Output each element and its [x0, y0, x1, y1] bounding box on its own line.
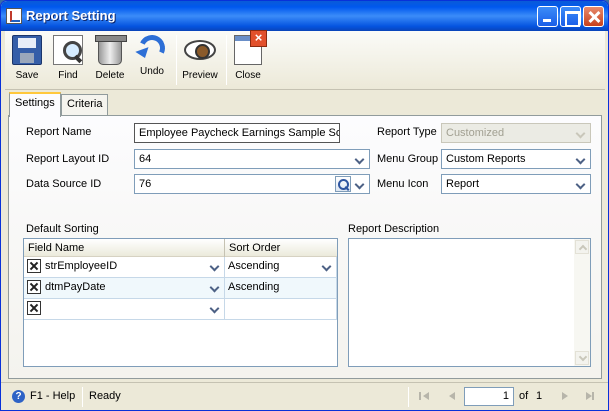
report-setting-window: Report Setting Save Find Delete Undo Pre… — [0, 0, 609, 411]
undo-button[interactable]: Undo — [132, 31, 172, 86]
report-description-label: Report Description — [348, 223, 440, 235]
find-button[interactable]: Find — [48, 34, 88, 86]
menu-group-select[interactable]: Custom Reports — [441, 149, 591, 169]
report-type-value: Customized — [446, 127, 505, 139]
report-description-textarea[interactable] — [348, 238, 591, 367]
minimize-button[interactable] — [537, 6, 558, 27]
help-icon[interactable]: ? — [12, 390, 25, 403]
delete-icon — [95, 35, 127, 65]
menu-icon-label: Menu Icon — [377, 178, 429, 190]
save-label: Save — [15, 70, 39, 81]
column-header-sort-order[interactable]: Sort Order — [229, 242, 280, 254]
find-icon — [53, 35, 83, 65]
window-title: Report Setting — [26, 8, 116, 23]
page-total: 1 — [536, 390, 543, 402]
status-bar: ? F1 - Help Ready 1 of 1 — [1, 382, 608, 410]
tab-criteria[interactable]: Criteria — [61, 94, 108, 116]
chevron-down-icon[interactable] — [353, 177, 367, 191]
chevron-down-icon[interactable] — [574, 177, 588, 191]
status-text: Ready — [89, 390, 121, 402]
preview-button[interactable]: Preview — [180, 34, 220, 86]
data-source-value: 76 — [139, 178, 152, 190]
field-name-value: strEmployeeID — [45, 260, 118, 272]
undo-label: Undo — [140, 66, 164, 77]
chevron-down-icon[interactable] — [208, 280, 222, 294]
maximize-button[interactable] — [560, 6, 581, 27]
tab-settings[interactable]: Settings — [9, 92, 61, 117]
menu-group-label: Menu Group — [377, 153, 439, 165]
chevron-down-icon[interactable] — [208, 301, 222, 315]
column-divider — [224, 239, 225, 257]
sort-order-cell[interactable]: Ascending — [225, 278, 337, 298]
report-layout-label: Report Layout ID — [26, 153, 110, 165]
report-name-input[interactable]: Employee Paycheck Earnings Sample Sort — [134, 123, 340, 143]
next-page-icon[interactable] — [558, 389, 572, 403]
report-layout-value: 64 — [139, 153, 152, 165]
scroll-down-icon[interactable] — [575, 351, 589, 365]
close-icon — [234, 30, 267, 65]
chevron-down-icon — [574, 126, 588, 140]
scroll-up-icon[interactable] — [575, 240, 589, 254]
vertical-scrollbar[interactable] — [574, 239, 590, 366]
delete-label: Delete — [95, 70, 125, 81]
data-source-select[interactable]: 76 — [134, 174, 370, 194]
field-name-cell[interactable]: strEmployeeID — [24, 257, 225, 277]
previous-page-icon[interactable] — [443, 389, 457, 403]
report-type-select: Customized — [441, 123, 591, 143]
remove-row-icon[interactable] — [27, 280, 41, 294]
data-source-label: Data Source ID — [26, 178, 102, 190]
table-row-new[interactable] — [24, 299, 337, 320]
default-sorting-label: Default Sorting — [26, 223, 99, 235]
sort-order-cell[interactable] — [225, 299, 337, 319]
undo-icon — [135, 31, 169, 65]
report-layout-select[interactable]: 64 — [134, 149, 370, 169]
sort-order-cell[interactable]: Ascending — [225, 257, 337, 277]
window-close-button[interactable] — [583, 6, 604, 27]
default-sorting-grid: Field Name Sort Order strEmployeeID Asce… — [23, 238, 338, 367]
status-separator — [408, 387, 409, 407]
help-text[interactable]: F1 - Help — [30, 390, 75, 402]
sort-order-value: Ascending — [228, 260, 280, 272]
lookup-icon[interactable] — [335, 176, 351, 192]
page-of-label: of — [519, 390, 529, 402]
toolbar-separator — [176, 35, 177, 85]
preview-label: Preview — [182, 70, 218, 81]
remove-row-icon[interactable] — [27, 259, 41, 273]
find-label: Find — [58, 70, 78, 81]
title-bar[interactable]: Report Setting — [1, 1, 608, 31]
report-type-label: Report Type — [377, 126, 437, 138]
sort-order-value: Ascending — [228, 281, 280, 293]
menu-icon-select[interactable]: Report — [441, 174, 591, 194]
menu-icon-value: Report — [446, 178, 480, 190]
status-separator — [82, 387, 83, 407]
chevron-down-icon[interactable] — [353, 152, 367, 166]
last-page-icon[interactable] — [582, 389, 596, 403]
grid-header: Field Name Sort Order — [24, 239, 337, 257]
menu-group-value: Custom Reports — [446, 153, 526, 165]
first-page-icon[interactable] — [417, 389, 431, 403]
table-row[interactable]: strEmployeeID Ascending — [24, 257, 337, 278]
close-label: Close — [235, 70, 261, 81]
app-icon — [6, 8, 22, 24]
chevron-down-icon[interactable] — [320, 259, 334, 273]
chevron-down-icon[interactable] — [208, 259, 222, 273]
remove-row-icon[interactable] — [27, 301, 41, 315]
field-name-cell[interactable]: dtmPayDate — [24, 278, 225, 298]
save-icon — [12, 35, 42, 65]
field-name-value: dtmPayDate — [45, 281, 106, 293]
delete-button[interactable]: Delete — [90, 34, 130, 86]
toolbar: Save Find Delete Undo Preview Close — [5, 30, 605, 90]
save-button[interactable]: Save — [7, 34, 47, 86]
field-name-cell[interactable] — [24, 299, 225, 319]
page-number-input[interactable]: 1 — [464, 387, 514, 406]
table-row[interactable]: dtmPayDate Ascending — [24, 278, 337, 299]
column-header-field-name[interactable]: Field Name — [28, 242, 84, 254]
close-button[interactable]: Close — [228, 30, 268, 86]
preview-icon — [184, 40, 216, 60]
chevron-down-icon[interactable] — [574, 152, 588, 166]
report-name-label: Report Name — [26, 126, 92, 138]
toolbar-separator — [226, 35, 227, 85]
